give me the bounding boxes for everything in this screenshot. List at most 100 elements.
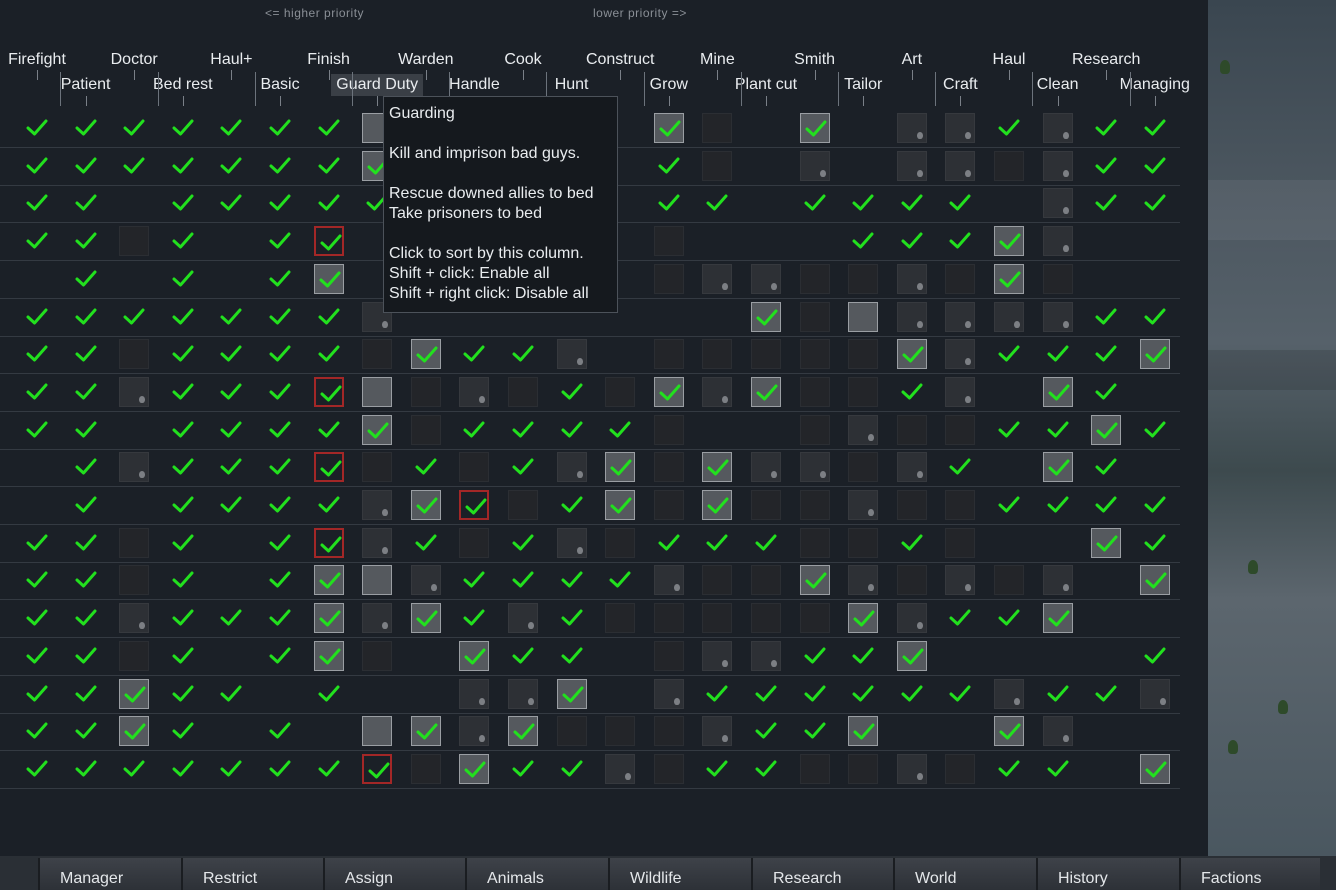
work-checkbox-empty[interactable]	[799, 414, 830, 445]
work-checkbox-checked[interactable]	[751, 376, 781, 407]
work-checkbox-empty[interactable]	[896, 414, 927, 445]
work-checkbox-empty[interactable]	[459, 452, 490, 483]
work-checkbox-checked[interactable]	[313, 565, 344, 596]
work-checkbox-checked[interactable]	[557, 490, 587, 520]
work-checkbox-checked[interactable]	[994, 603, 1024, 633]
work-checkbox-checked[interactable]	[119, 716, 150, 747]
work-checkbox-empty[interactable]	[653, 452, 684, 483]
work-checkbox-checked[interactable]	[654, 188, 684, 218]
work-checkbox-checked[interactable]	[168, 302, 198, 332]
tab-factions[interactable]: Factions	[1179, 858, 1320, 890]
work-checkbox-checked[interactable]	[265, 565, 295, 595]
work-checkbox-checked[interactable]	[896, 339, 927, 370]
work-checkbox-checked[interactable]	[216, 603, 246, 633]
work-checkbox-checked[interactable]	[1140, 415, 1170, 445]
work-checkbox-checked[interactable]	[71, 415, 101, 445]
work-checkbox-checked[interactable]	[1140, 151, 1170, 181]
column-header[interactable]: Plant cut	[735, 76, 797, 94]
work-checkbox-empty[interactable]	[1042, 226, 1073, 257]
work-checkbox-empty[interactable]	[119, 339, 150, 370]
work-checkbox-checked[interactable]	[216, 452, 246, 482]
work-checkbox-checked[interactable]	[22, 679, 52, 709]
work-checkbox-checked[interactable]	[216, 151, 246, 181]
work-checkbox-checked[interactable]	[410, 603, 441, 634]
work-checkbox-checked[interactable]	[994, 490, 1024, 520]
work-checkbox-checked[interactable]	[1140, 113, 1170, 143]
work-checkbox-checked[interactable]	[848, 679, 878, 709]
work-checkbox-empty[interactable]	[945, 490, 976, 520]
work-checkbox-empty[interactable]	[119, 527, 150, 558]
work-checkbox-checked[interactable]	[751, 679, 781, 709]
column-header[interactable]: Research	[1072, 51, 1140, 69]
work-checkbox-checked[interactable]	[1091, 679, 1121, 709]
work-checkbox-checked[interactable]	[168, 151, 198, 181]
work-checkbox-checked[interactable]	[605, 565, 635, 595]
work-checkbox-checked[interactable]	[216, 302, 246, 332]
work-checkbox-checked[interactable]	[848, 188, 878, 218]
work-checkbox-checked[interactable]	[508, 452, 538, 482]
work-checkbox-checked[interactable]	[1140, 528, 1170, 558]
work-checkbox-checked[interactable]	[168, 264, 198, 294]
work-checkbox-empty[interactable]	[994, 301, 1024, 332]
work-checkbox-checked[interactable]	[557, 565, 587, 595]
tab-manager[interactable]: Manager	[38, 858, 181, 890]
work-checkbox-empty[interactable]	[605, 603, 636, 634]
work-checkbox-checked[interactable]	[216, 188, 246, 218]
work-checkbox-empty[interactable]	[799, 603, 830, 634]
work-checkbox-empty[interactable]	[653, 490, 684, 520]
work-checkbox-checked[interactable]	[22, 151, 52, 181]
work-checkbox-empty[interactable]	[799, 376, 830, 407]
work-checkbox-checked[interactable]	[22, 302, 52, 332]
work-checkbox-checked[interactable]	[508, 754, 538, 784]
work-checkbox-checked[interactable]	[265, 377, 295, 407]
work-checkbox-empty[interactable]	[896, 452, 927, 483]
work-checkbox-empty[interactable]	[410, 753, 441, 784]
column-header[interactable]: Grow	[650, 76, 688, 94]
work-checkbox-empty[interactable]	[848, 376, 879, 407]
work-checkbox-empty[interactable]	[994, 150, 1024, 181]
work-checkbox-checked[interactable]	[265, 339, 295, 369]
work-checkbox-empty[interactable]	[702, 716, 733, 747]
work-checkbox-empty[interactable]	[799, 339, 830, 370]
work-checkbox-empty[interactable]	[945, 263, 976, 294]
work-checkbox-checked[interactable]	[216, 377, 246, 407]
work-checkbox-checked[interactable]	[799, 113, 830, 143]
work-checkbox-checked[interactable]	[1091, 188, 1121, 218]
work-checkbox-empty[interactable]	[896, 565, 927, 596]
work-checkbox-checked[interactable]	[168, 452, 198, 482]
work-checkbox-checked[interactable]	[702, 188, 732, 218]
work-checkbox-checked[interactable]	[751, 716, 781, 746]
work-checkbox-checked[interactable]	[557, 603, 587, 633]
work-checkbox-checked[interactable]	[119, 113, 149, 143]
work-checkbox-checked[interactable]	[994, 226, 1024, 257]
work-checkbox-empty[interactable]	[799, 452, 830, 483]
work-checkbox-empty[interactable]	[896, 603, 927, 634]
work-checkbox-empty[interactable]	[459, 376, 490, 407]
work-checkbox-checked[interactable]	[314, 679, 344, 709]
work-checkbox-checked[interactable]	[168, 528, 198, 558]
work-checkbox-empty[interactable]	[459, 678, 490, 709]
work-checkbox-checked[interactable]	[22, 188, 52, 218]
work-checkbox-checked[interactable]	[410, 490, 441, 520]
work-checkbox-checked[interactable]	[799, 565, 830, 596]
world-map-view[interactable]	[1208, 0, 1336, 856]
work-checkbox-checked[interactable]	[22, 754, 52, 784]
work-checkbox-checked[interactable]	[508, 716, 538, 747]
work-checkbox-checked[interactable]	[557, 754, 587, 784]
work-checkbox-empty[interactable]	[945, 150, 976, 181]
work-checkbox-empty[interactable]	[848, 452, 879, 483]
work-checkbox-checked[interactable]	[410, 716, 441, 747]
work-checkbox-checked[interactable]	[168, 377, 198, 407]
work-checkbox-checked[interactable]	[556, 678, 587, 709]
column-header[interactable]: Tailor	[844, 76, 882, 94]
work-checkbox-checked[interactable]	[1091, 151, 1121, 181]
work-checkbox-checked[interactable]	[557, 415, 587, 445]
work-checkbox-empty[interactable]	[362, 339, 393, 370]
work-checkbox-checked[interactable]	[702, 679, 732, 709]
work-checkbox-checked[interactable]	[1140, 302, 1170, 332]
column-header[interactable]: Firefight	[8, 51, 66, 69]
work-checkbox-checked[interactable]	[22, 226, 52, 256]
tab-history[interactable]: History	[1036, 858, 1179, 890]
column-header[interactable]: Guard Duty	[336, 76, 418, 94]
work-checkbox-checked[interactable]	[168, 603, 198, 633]
